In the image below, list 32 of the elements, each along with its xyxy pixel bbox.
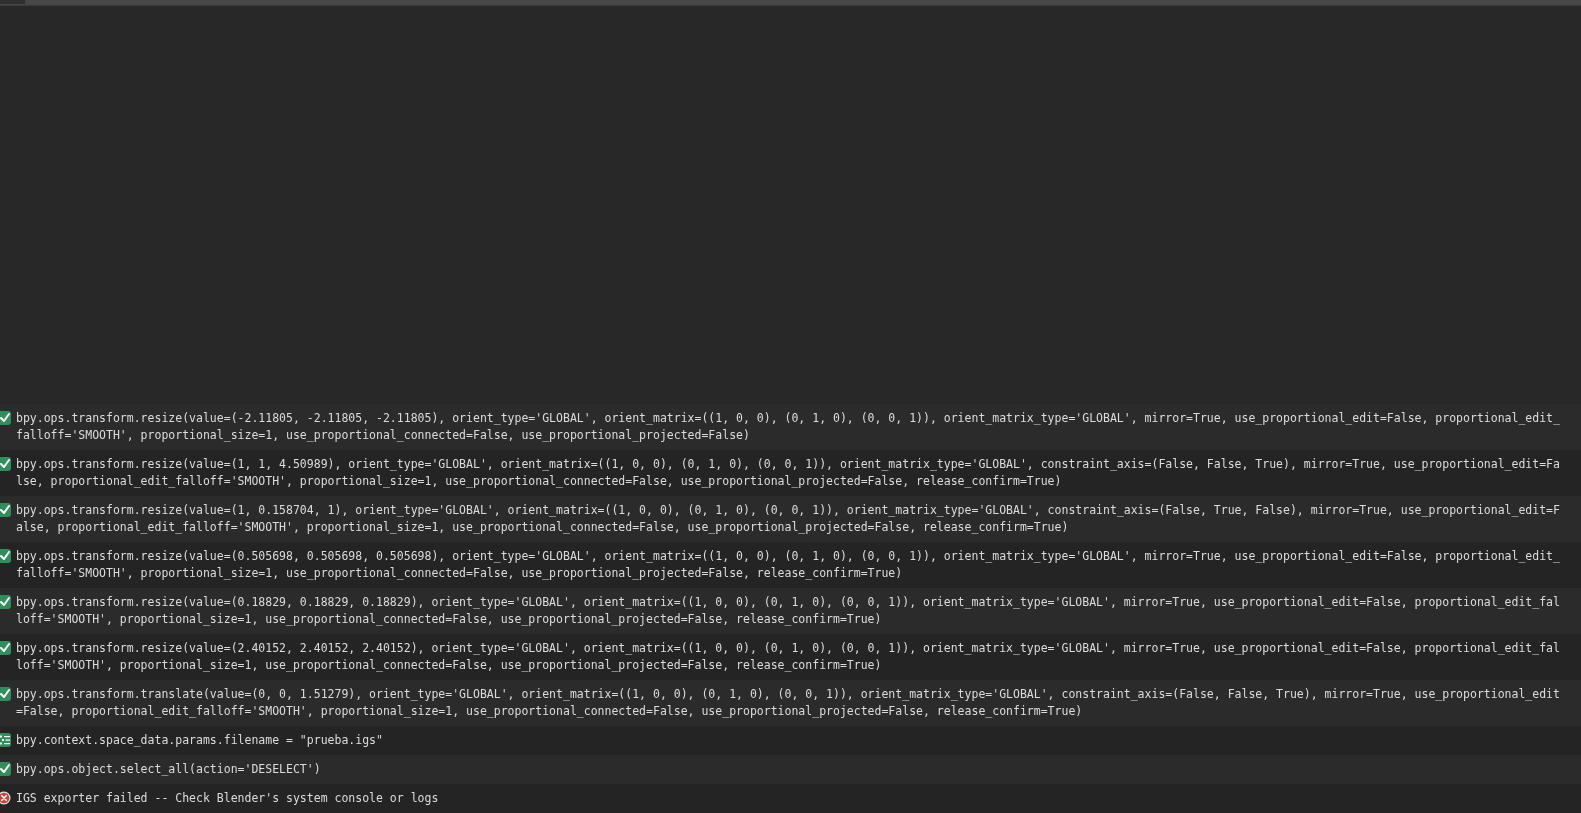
list-icon (0, 733, 11, 747)
log-text-line: bpy.ops.transform.resize(value=(2.40152, 2.40152, 2.40152), orient_type='GLOBAL', orient_matrix=((1, 0, 0), (0, 1, 0), (0, 0, 1)), orient_matrix_type='GLOBAL', mirror=True, use_proportional_edit=False, proportional_edit_fal (16, 640, 1560, 657)
log-text-line: falloff='SMOOTH', proportional_size=1, use_proportional_connected=False, use_proportional_projected=False, release_confirm=True) (16, 565, 904, 582)
log-text-line: falloff='SMOOTH', proportional_size=1, use_proportional_connected=False, use_proportional_projected=False) (16, 427, 751, 444)
log-text-line: bpy.ops.transform.translate(value=(0, 0, 1.51279), orient_type='GLOBAL', orient_matrix=((1, 0, 0), (0, 1, 0), (0, 0, 1)), orient_matrix_type='GLOBAL', constraint_axis=(False, False, True), mirror=True, use_proportional_edit (16, 686, 1560, 703)
log-text-line: bpy.ops.transform.resize(value=(1, 0.158704, 1), orient_type='GLOBAL', orient_matrix=((1, 0, 0), (0, 1, 0), (0, 0, 1)), orient_matrix_type='GLOBAL', constraint_axis=(False, True, False), mirror=True, use_proportional_edit=F (16, 502, 1560, 519)
log-entry[interactable]: IGS exporter failed -- Check Blender's system console or logs (0, 784, 1581, 813)
log-text-line: bpy.ops.transform.resize(value=(1, 1, 4.50989), orient_type='GLOBAL', orient_matrix=((1, 0, 0), (0, 1, 0), (0, 0, 1)), orient_matrix_type='GLOBAL', constraint_axis=(False, False, True), mirror=True, use_proportional_edit=Fa (16, 456, 1560, 473)
log-text-line: bpy.ops.object.select_all(action='DESELECT') (16, 761, 321, 778)
log-entry[interactable]: bpy.context.space_data.params.filename = "prueba.igs" (0, 726, 1581, 755)
log-text-line: alse, proportional_edit_falloff='SMOOTH', proportional_size=1, use_proportional_connected=False, use_proportional_projected=False, release_confirm=True) (16, 519, 1070, 536)
log-text-line: =False, proportional_edit_falloff='SMOOTH', proportional_size=1, use_proportional_connected=False, use_proportional_projected=False, release_confirm=True) (16, 703, 1084, 720)
log-text-line: loff='SMOOTH', proportional_size=1, use_proportional_connected=False, use_proportional_projected=False, release_confirm=True) (16, 657, 883, 674)
log-text-line: bpy.ops.transform.resize(value=(0.18829, 0.18829, 0.18829), orient_type='GLOBAL', orient_matrix=((1, 0, 0), (0, 1, 0), (0, 0, 1)), orient_matrix_type='GLOBAL', mirror=True, use_proportional_edit=False, proportional_edit_fal (16, 594, 1560, 611)
error-icon (0, 791, 11, 805)
log-text-line: lse, proportional_edit_falloff='SMOOTH', proportional_size=1, use_proportional_connected=False, use_proportional_projected=False, release_confirm=True) (16, 473, 1063, 490)
log-text-line: loff='SMOOTH', proportional_size=1, use_proportional_connected=False, use_proportional_projected=False, release_confirm=True) (16, 611, 883, 628)
checkmark-icon (0, 411, 11, 425)
log-text-line: bpy.ops.transform.resize(value=(0.505698, 0.505698, 0.505698), orient_type='GLOBAL', orient_matrix=((1, 0, 0), (0, 1, 0), (0, 0, 1)), orient_matrix_type='GLOBAL', mirror=True, use_proportional_edit=False, proportional_edit_ (16, 548, 1560, 565)
checkmark-icon (0, 503, 11, 517)
log-text-line: bpy.ops.transform.resize(value=(-2.11805, -2.11805, -2.11805), orient_type='GLOBAL', orient_matrix=((1, 0, 0), (0, 1, 0), (0, 0, 1)), orient_matrix_type='GLOBAL', mirror=True, use_proportional_edit=False, proportional_edit_ (16, 410, 1560, 427)
log-entry[interactable] (0, 542, 1581, 588)
checkmark-icon (0, 641, 11, 655)
checkmark-icon (0, 457, 11, 471)
log-text-line: IGS exporter failed -- Check Blender's system console or logs (16, 790, 439, 807)
checkmark-icon (0, 549, 11, 563)
log-entry[interactable] (0, 634, 1581, 680)
checkmark-icon (0, 595, 11, 609)
log-entry[interactable] (0, 450, 1581, 496)
checkmark-icon (0, 687, 11, 701)
checkmark-icon (0, 762, 11, 776)
log-text-line: bpy.context.space_data.params.filename = "prueba.igs" (16, 732, 383, 749)
